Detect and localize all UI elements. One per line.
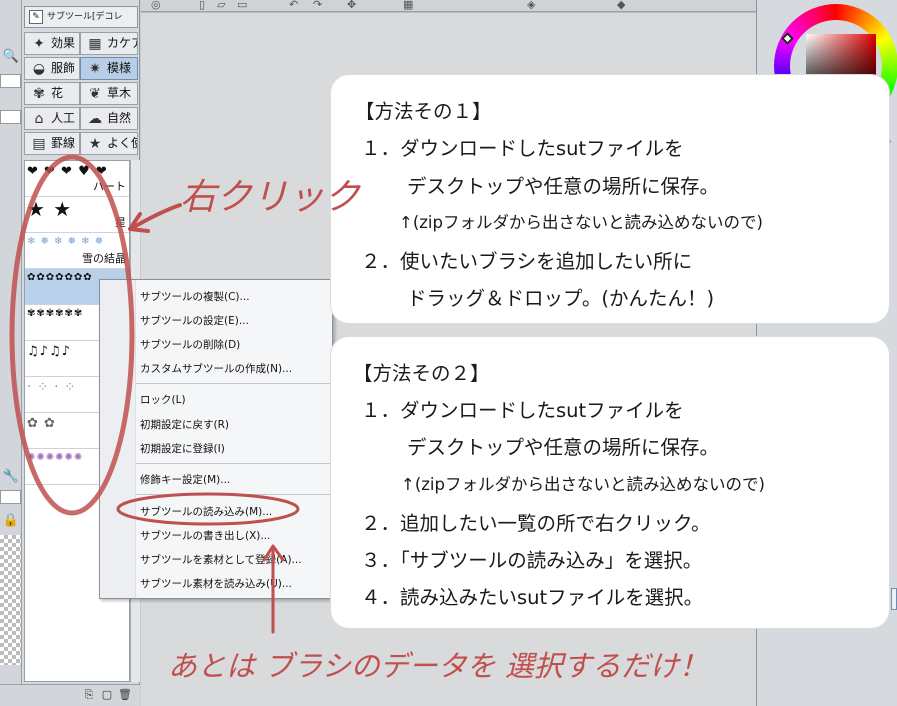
- sparkle-icon: ✦: [33, 36, 45, 52]
- brush-name: 雪の結晶: [82, 252, 126, 265]
- menu-item-import-subtool[interactable]: サブツールの読み込み(M)...: [140, 504, 272, 519]
- group-label: 模様: [107, 61, 132, 75]
- grass-icon: ❦: [89, 86, 101, 102]
- group-label: 花: [51, 86, 64, 100]
- method1-step: デスクトップや任意の場所に保存。: [407, 175, 720, 198]
- toolbar-icon[interactable]: ◎: [151, 0, 161, 11]
- menu-item-export-subtool[interactable]: サブツールの書き出し(X)...: [140, 528, 270, 543]
- brush-item[interactable]: ❤︎ ❤︎ ❤︎ ♥ ❤︎ ハート: [25, 161, 129, 197]
- left-field[interactable]: [0, 74, 21, 88]
- menu-item-duplicate[interactable]: サブツールの複製(C)...: [140, 289, 250, 304]
- top-toolbar: ◎ ▯ ▱ ▭ ↶ ↷ ✥ ▦ ◈ ◆: [141, 0, 756, 12]
- method2-step: ２．追加したい一覧の所で右クリック。: [361, 512, 711, 535]
- group-button-kakea[interactable]: ▦ カケア: [80, 32, 138, 55]
- menu-item-delete[interactable]: サブツールの削除(D): [140, 337, 240, 352]
- menu-gutter: [100, 280, 136, 598]
- brush-preview: ★ ★: [27, 197, 73, 217]
- menu-item-custom[interactable]: カスタムサブツールの作成(N)...: [140, 361, 292, 376]
- group-button-grass[interactable]: ❦ 草木: [80, 82, 138, 105]
- method1-step: ２．使いたいブラシを追加したい所に: [361, 250, 693, 273]
- brush-name: ハート: [93, 180, 126, 193]
- right-click-annotation: 右クリック: [180, 177, 361, 218]
- method1-box: 【方法その１】 １．ダウンロードしたsutファイルを デスクトップや任意の場所に…: [331, 75, 889, 323]
- toolbar-icon[interactable]: ◆: [617, 0, 625, 11]
- group-button-flower[interactable]: ✾ 花: [24, 82, 80, 105]
- method1-step: １．ダウンロードしたsutファイルを: [361, 137, 684, 160]
- menu-item-lock[interactable]: ロック(L): [140, 392, 186, 407]
- toolbar-icon[interactable]: ◈: [527, 0, 535, 11]
- brush-item[interactable]: ❄ ❅ ❄ ❅ ❄ ❅ 雪の結晶: [25, 233, 129, 269]
- menu-separator: [136, 494, 330, 495]
- star-icon: ★: [88, 136, 102, 152]
- toolbar-icon[interactable]: ▭: [237, 0, 247, 11]
- brush-item[interactable]: ★ ★ 星: [25, 197, 129, 233]
- group-label: 罫線: [51, 136, 76, 150]
- menu-item-register-default[interactable]: 初期設定に登録(I): [140, 441, 225, 456]
- method2-step: デスクトップや任意の場所に保存。: [407, 436, 720, 459]
- lock-icon[interactable]: 🔒: [2, 512, 20, 530]
- method2-step: １．ダウンロードしたsutファイルを: [361, 399, 684, 422]
- left-field-2[interactable]: [0, 110, 21, 124]
- transparency-swatch: [0, 535, 21, 665]
- group-button-pattern[interactable]: ✷ 模様: [80, 57, 138, 80]
- pattern-star-icon: ✷: [89, 61, 101, 77]
- group-button-favorites[interactable]: ★ よく使: [80, 132, 138, 155]
- wrench-icon[interactable]: 🔧: [2, 468, 20, 486]
- method2-step: ４．読み込みたいsutファイルを選択。: [361, 586, 704, 609]
- subtool-tab-label: サブツール[デコレ: [47, 12, 123, 22]
- left-toolbar-strip: 🔍 🔧 🔒 🗑: [0, 0, 22, 706]
- menu-item-load-material[interactable]: サブツール素材を読み込み(U)...: [140, 576, 292, 591]
- group-label: よく使: [107, 136, 137, 150]
- menu-item-reset[interactable]: 初期設定に戻す(R): [140, 417, 229, 432]
- house-icon: ⌂: [34, 111, 44, 127]
- subtool-tab[interactable]: ✎ サブツール[デコレ: [24, 6, 138, 28]
- menu-separator: [136, 463, 330, 464]
- subtool-copy-icon[interactable]: ⎘: [82, 688, 96, 702]
- cloud-icon: ☁: [88, 111, 102, 127]
- group-label: カケア: [107, 36, 137, 50]
- toolbar-icon[interactable]: ✥: [347, 0, 356, 11]
- subtool-tab-icon: ✎: [29, 10, 43, 24]
- search-icon[interactable]: 🔍: [2, 48, 20, 66]
- toolbar-icon[interactable]: ▱: [217, 0, 225, 11]
- brush-name: 星: [115, 216, 126, 229]
- group-label: 人工: [51, 111, 76, 125]
- canvas-divider: [141, 12, 756, 13]
- context-menu: サブツールの複製(C)... サブツールの設定(E)... サブツールの削除(D…: [99, 279, 333, 599]
- group-button-effect[interactable]: ✦ 効果: [24, 32, 80, 55]
- menu-item-settings[interactable]: サブツールの設定(E)...: [140, 313, 249, 328]
- group-label: 効果: [51, 36, 76, 50]
- method2-step: ３．「サブツールの読み込み」を選択。: [361, 549, 703, 572]
- clothing-icon: ◒: [32, 61, 46, 77]
- group-button-artificial[interactable]: ⌂ 人工: [24, 107, 80, 130]
- method1-title: 【方法その１】: [355, 100, 492, 123]
- group-button-border[interactable]: ▤ 罫線: [24, 132, 80, 155]
- group-label: 服飾: [51, 61, 76, 75]
- flower-icon: ✾: [33, 86, 45, 102]
- bottom-annotation: あとは ブラシのデータを 選択するだけ！: [168, 649, 708, 683]
- trash-icon[interactable]: 🗑: [118, 688, 132, 702]
- method2-box: 【方法その２】 １．ダウンロードしたsutファイルを デスクトップや任意の場所に…: [331, 337, 889, 628]
- toolbar-icon[interactable]: ▦: [403, 0, 413, 11]
- pattern-icon: ▦: [88, 36, 102, 52]
- group-label: 草木: [107, 86, 132, 100]
- undo-icon[interactable]: ↶: [289, 0, 298, 11]
- redo-icon[interactable]: ↷: [313, 0, 322, 11]
- method2-note: ↑(zipフォルダから出さないと読み込めないので): [401, 475, 765, 494]
- menu-separator: [136, 383, 330, 384]
- left-dropdown[interactable]: [0, 490, 21, 504]
- border-icon: ▤: [32, 136, 46, 152]
- group-button-nature[interactable]: ☁ 自然: [80, 107, 138, 130]
- panel-handle[interactable]: [891, 588, 897, 610]
- new-subtool-icon[interactable]: ▢: [100, 688, 114, 702]
- group-button-clothing[interactable]: ◒ 服飾: [24, 57, 80, 80]
- group-label: 自然: [107, 111, 132, 125]
- method1-step: ドラッグ＆ドロップ。(かんたん！): [407, 287, 715, 310]
- menu-item-modifier-keys[interactable]: 修飾キー設定(M)...: [140, 472, 230, 487]
- toolbar-icon[interactable]: ▯: [199, 0, 205, 11]
- method2-title: 【方法その２】: [353, 362, 490, 385]
- method1-note: ↑(zipフォルダから出さないと読み込めないので): [399, 213, 763, 232]
- menu-item-register-material[interactable]: サブツールを素材として登録(A)...: [140, 552, 302, 567]
- subtool-bottom-bar: ⎘ ▢ 🗑 ︽: [0, 684, 159, 706]
